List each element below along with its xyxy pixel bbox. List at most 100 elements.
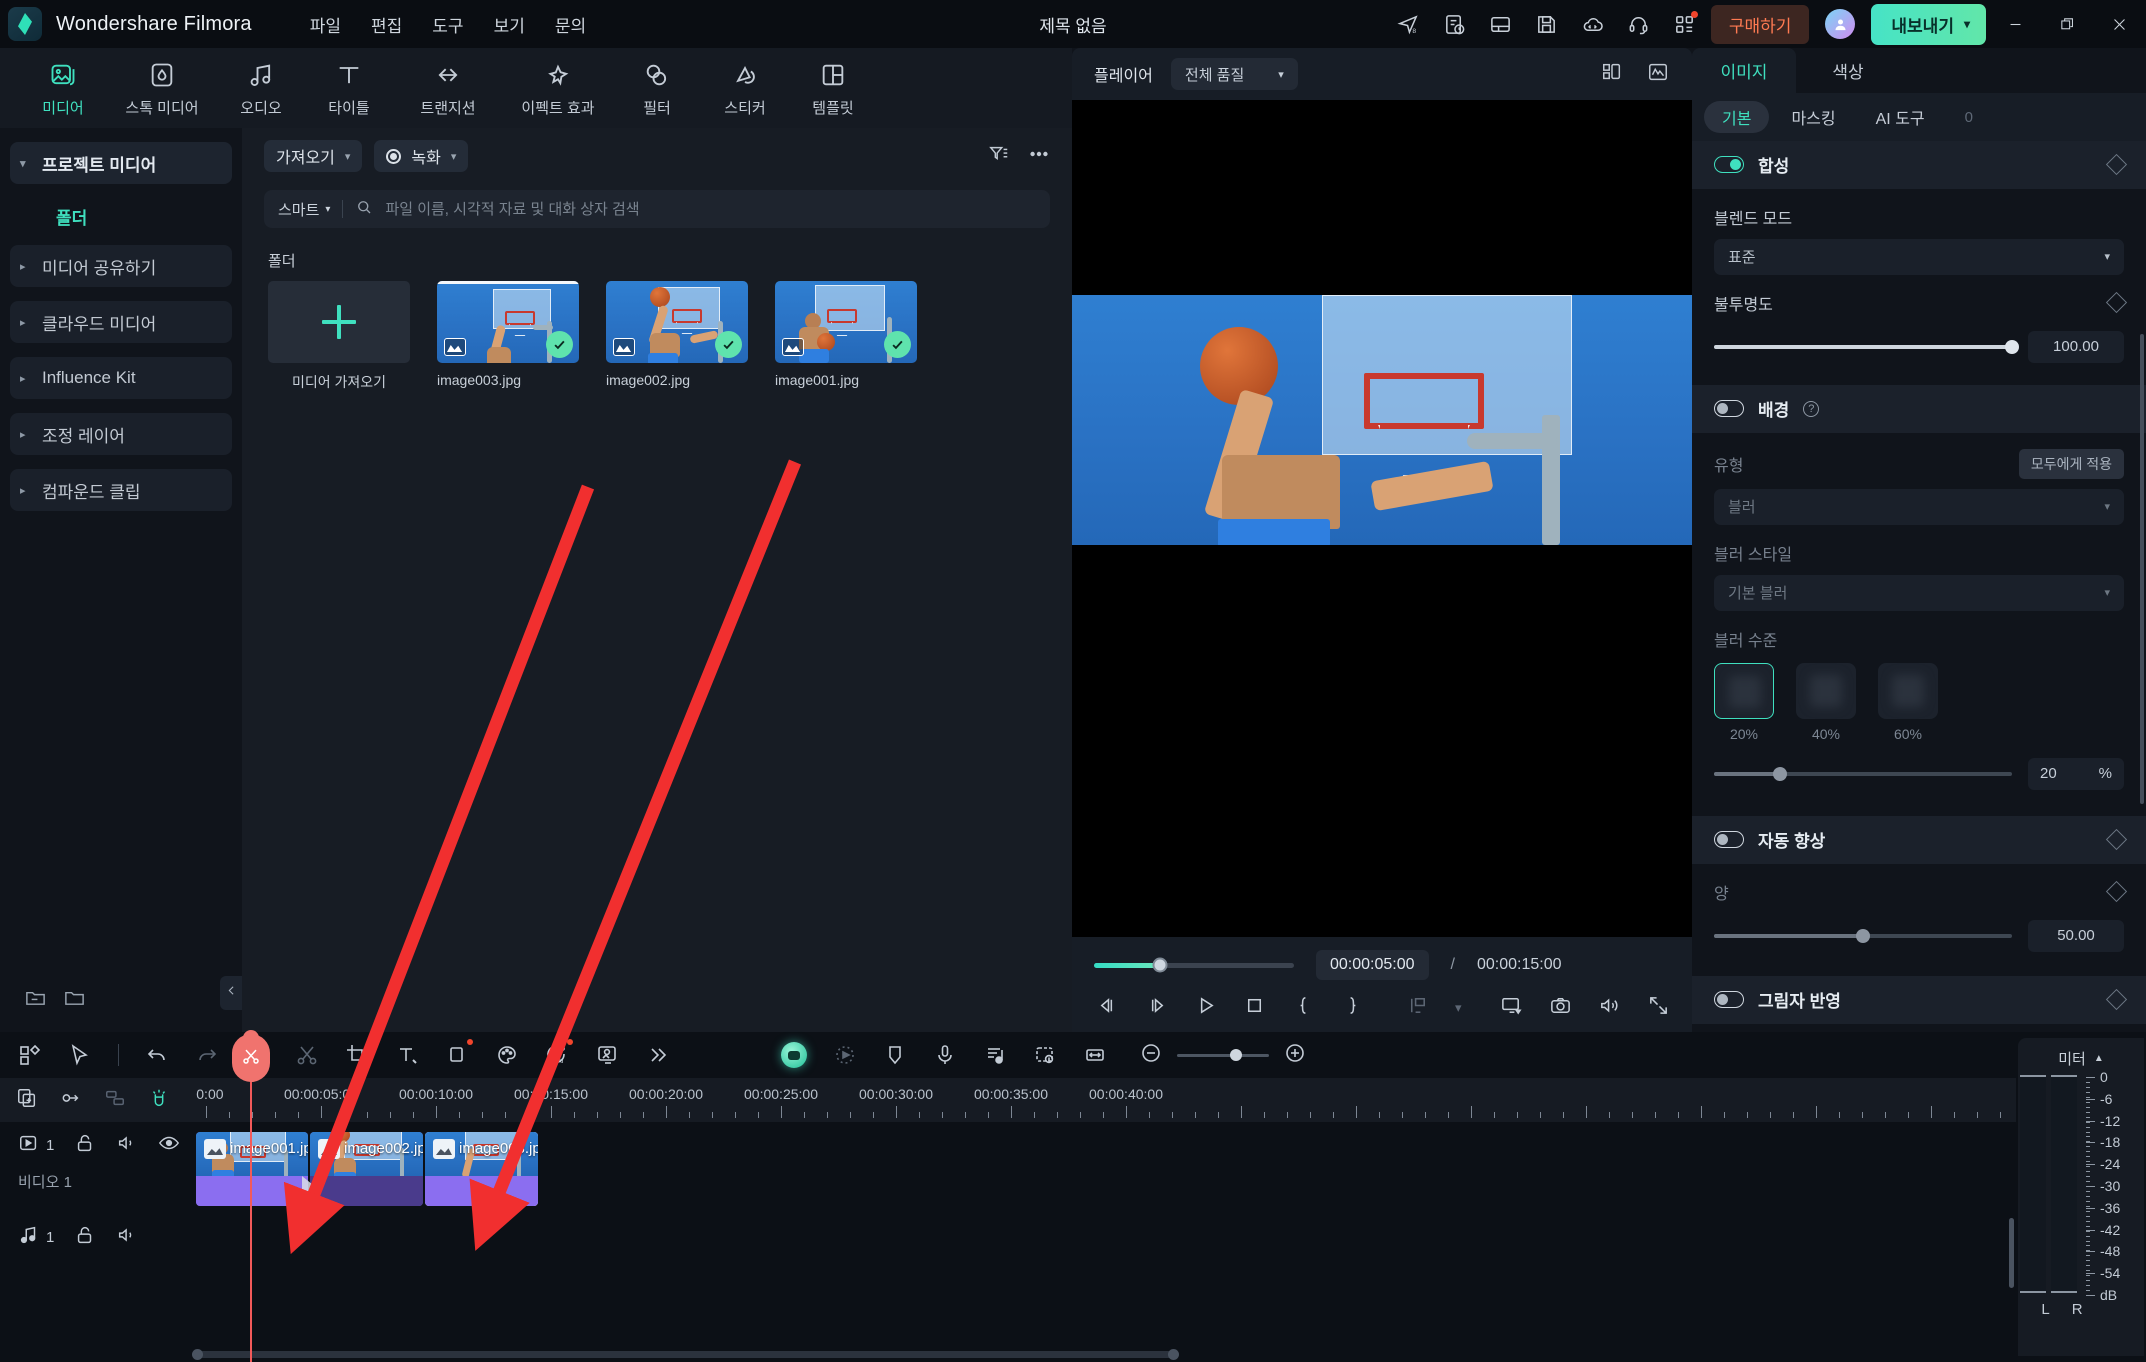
blend-mode-select[interactable]: 표준 ▾ (1714, 238, 2124, 275)
fit-screen-icon[interactable] (1500, 994, 1523, 1022)
lock-icon[interactable] (74, 1132, 96, 1159)
apps-icon[interactable] (1665, 4, 1705, 44)
mute-icon[interactable] (116, 1224, 138, 1251)
close-icon[interactable] (2096, 0, 2142, 48)
timeline-vertical-scrollbar[interactable] (2009, 1218, 2014, 1288)
ai-orb-icon[interactable] (781, 1042, 807, 1068)
properties-scrollbar[interactable] (2140, 334, 2144, 804)
opacity-value[interactable]: 100.00 (2028, 330, 2124, 363)
blur-option[interactable]: 40% (1796, 662, 1856, 742)
zoom-out-icon[interactable] (1139, 1041, 1163, 1070)
video-track-area[interactable]: image001.jpg (196, 1122, 2016, 1214)
keyframe-icon[interactable] (2105, 292, 2128, 314)
tab-template[interactable]: 템플릿 (792, 59, 874, 118)
send-icon[interactable]: 8 (1389, 4, 1429, 44)
buy-button[interactable]: 구매하기 (1710, 4, 1810, 44)
crop-icon[interactable] (345, 1043, 369, 1067)
history-icon[interactable] (1435, 4, 1475, 44)
blur-preview-60[interactable] (1878, 662, 1938, 719)
amount-value[interactable]: 50.00 (2028, 919, 2124, 952)
seek-slider[interactable] (1094, 957, 1294, 973)
smart-filter-dropdown[interactable]: 스마트 ▾ (278, 199, 330, 220)
headset-icon[interactable] (1619, 4, 1659, 44)
sidebar-item-cloud-media[interactable]: ▸ 클라우드 미디어 (10, 301, 232, 343)
tab-audio[interactable]: 오디오 (220, 59, 302, 118)
save-icon[interactable] (1527, 4, 1567, 44)
import-button[interactable]: 가져오기 ▾ (264, 140, 363, 172)
color-icon[interactable] (495, 1043, 519, 1067)
redo-icon[interactable] (195, 1043, 219, 1067)
blur-preview-20[interactable] (1714, 662, 1774, 719)
tab-sticker[interactable]: 스티커 (704, 59, 786, 118)
mute-icon[interactable] (116, 1132, 138, 1159)
meter-header[interactable]: 미터 ▲ (2058, 1038, 2104, 1075)
split-button[interactable] (232, 1034, 270, 1082)
volume-icon[interactable] (1598, 994, 1621, 1022)
split-icon[interactable] (295, 1043, 319, 1067)
amount-slider[interactable] (1714, 928, 2012, 943)
mark-in-icon[interactable] (1292, 994, 1315, 1022)
group-icon[interactable] (104, 1087, 126, 1114)
tab-image[interactable]: 이미지 (1692, 48, 1796, 94)
record-button[interactable]: 녹화 ▾ (374, 140, 469, 172)
preview-stage[interactable] (1072, 100, 1692, 937)
shadow-reflect-toggle[interactable] (1714, 991, 1744, 1009)
help-icon[interactable]: ? (1803, 400, 1820, 417)
timeline-clip[interactable]: image003.jpg (425, 1132, 538, 1206)
media-search-bar[interactable]: 스마트 ▾ (264, 190, 1050, 228)
layout-icon[interactable] (1481, 4, 1521, 44)
blur-value-box[interactable]: 20 % (2028, 757, 2124, 790)
composite-toggle[interactable] (1714, 156, 1744, 174)
menu-help[interactable]: 문의 (555, 12, 586, 37)
audio-track-area[interactable] (196, 1214, 2016, 1274)
open-folder-icon[interactable] (63, 986, 86, 1014)
search-input[interactable] (385, 200, 1036, 218)
timecode-ruler[interactable]: 00:00 00:00:05:00 00:00:10:00 00:00:15:00 00… (196, 1078, 2016, 1122)
next-frame-icon[interactable] (1145, 994, 1168, 1022)
new-folder-icon[interactable] (24, 986, 47, 1014)
keyframe-icon[interactable] (2105, 881, 2128, 903)
more-horizontal-icon[interactable] (1028, 143, 1050, 170)
menu-file[interactable]: 파일 (310, 12, 341, 37)
minimize-icon[interactable] (1992, 0, 2038, 48)
stop-icon[interactable] (1243, 994, 1266, 1022)
shape-icon[interactable] (445, 1039, 473, 1067)
more-tools-icon[interactable] (645, 1043, 669, 1067)
sidebar-item-influence-kit[interactable]: ▸ Influence Kit (10, 357, 232, 399)
import-media-tile[interactable]: 미디어 가져오기 (268, 281, 410, 392)
select-tool-icon[interactable] (68, 1043, 92, 1067)
layout-icon[interactable] (18, 1043, 42, 1067)
voiceover-icon[interactable] (933, 1043, 957, 1067)
snapshot-markers-icon[interactable] (1406, 994, 1429, 1022)
undo-icon[interactable] (145, 1043, 169, 1067)
play-icon[interactable] (1194, 994, 1217, 1022)
menu-tools[interactable]: 도구 (432, 12, 463, 37)
subtab-basic[interactable]: 기본 (1704, 101, 1770, 134)
audio-detach-icon[interactable] (983, 1043, 1007, 1067)
sidebar-folder-label[interactable]: 폴더 (10, 194, 232, 245)
media-thumbnail[interactable] (437, 281, 579, 363)
lock-icon[interactable] (74, 1224, 96, 1251)
timeline-clip[interactable]: image002.jpg (310, 1132, 423, 1206)
tab-effects[interactable]: 이펙트 효과 (506, 59, 610, 118)
fit-timeline-icon[interactable] (1083, 1043, 1107, 1067)
avatar[interactable] (1825, 9, 1856, 39)
import-media-thumb[interactable] (268, 281, 410, 363)
timeline-clip[interactable]: image001.jpg (196, 1132, 308, 1206)
text-icon[interactable] (395, 1043, 419, 1067)
menu-view[interactable]: 보기 (494, 12, 525, 37)
quality-dropdown[interactable]: 전체 품질 ▾ (1170, 58, 1298, 90)
tab-filter[interactable]: 필터 (616, 59, 698, 118)
media-item[interactable]: image002.jpg (606, 281, 748, 392)
zoom-slider[interactable] (1177, 1049, 1269, 1061)
motion-tracking-icon[interactable] (833, 1043, 857, 1067)
fullscreen-icon[interactable] (1647, 994, 1670, 1022)
keyframe-icon[interactable] (2105, 829, 2128, 851)
tab-color[interactable]: 색상 (1796, 48, 1900, 93)
tab-transition[interactable]: 트랜지션 (396, 59, 500, 118)
filter-sort-icon[interactable] (988, 143, 1010, 170)
blur-slider[interactable] (1714, 766, 2012, 781)
zoom-in-icon[interactable] (1283, 1041, 1307, 1070)
checked-icon[interactable] (546, 331, 573, 358)
auto-enhance-toggle[interactable] (1714, 831, 1744, 849)
